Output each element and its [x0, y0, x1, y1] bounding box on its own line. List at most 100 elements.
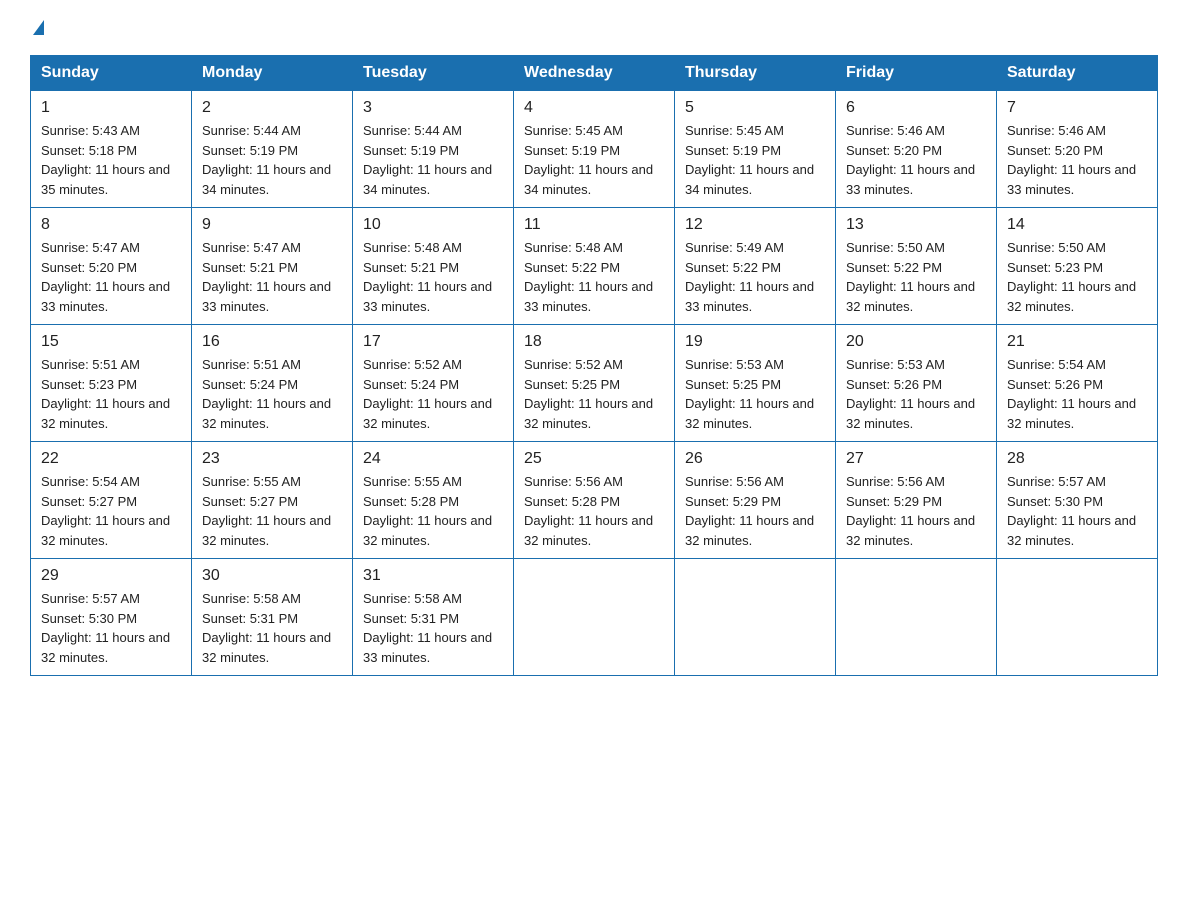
- weekday-header-sunday: Sunday: [31, 56, 192, 91]
- day-info: Sunrise: 5:48 AM Sunset: 5:21 PM Dayligh…: [363, 238, 503, 316]
- day-info: Sunrise: 5:54 AM Sunset: 5:26 PM Dayligh…: [1007, 355, 1147, 433]
- day-number: 15: [41, 333, 181, 351]
- calendar-week-row: 8 Sunrise: 5:47 AM Sunset: 5:20 PM Dayli…: [31, 208, 1158, 325]
- daylight-text: Daylight: 11 hours and 32 minutes.: [846, 513, 975, 548]
- day-number: 13: [846, 216, 986, 234]
- sunrise-text: Sunrise: 5:46 AM: [846, 123, 945, 138]
- day-number: 6: [846, 99, 986, 117]
- calendar-cell: 22 Sunrise: 5:54 AM Sunset: 5:27 PM Dayl…: [31, 442, 192, 559]
- logo: [30, 20, 44, 37]
- sunrise-text: Sunrise: 5:49 AM: [685, 240, 784, 255]
- sunrise-text: Sunrise: 5:50 AM: [846, 240, 945, 255]
- sunset-text: Sunset: 5:20 PM: [1007, 143, 1103, 158]
- day-number: 24: [363, 450, 503, 468]
- calendar-cell: 17 Sunrise: 5:52 AM Sunset: 5:24 PM Dayl…: [353, 325, 514, 442]
- day-number: 20: [846, 333, 986, 351]
- day-number: 12: [685, 216, 825, 234]
- daylight-text: Daylight: 11 hours and 32 minutes.: [524, 396, 653, 431]
- sunrise-text: Sunrise: 5:55 AM: [363, 474, 462, 489]
- sunrise-text: Sunrise: 5:51 AM: [202, 357, 301, 372]
- calendar-cell: 29 Sunrise: 5:57 AM Sunset: 5:30 PM Dayl…: [31, 559, 192, 676]
- day-number: 16: [202, 333, 342, 351]
- sunrise-text: Sunrise: 5:55 AM: [202, 474, 301, 489]
- day-number: 10: [363, 216, 503, 234]
- weekday-header-thursday: Thursday: [675, 56, 836, 91]
- daylight-text: Daylight: 11 hours and 32 minutes.: [1007, 279, 1136, 314]
- day-number: 5: [685, 99, 825, 117]
- weekday-header-monday: Monday: [192, 56, 353, 91]
- sunset-text: Sunset: 5:31 PM: [202, 611, 298, 626]
- sunrise-text: Sunrise: 5:48 AM: [524, 240, 623, 255]
- daylight-text: Daylight: 11 hours and 32 minutes.: [41, 396, 170, 431]
- sunrise-text: Sunrise: 5:56 AM: [685, 474, 784, 489]
- calendar-cell: 27 Sunrise: 5:56 AM Sunset: 5:29 PM Dayl…: [836, 442, 997, 559]
- daylight-text: Daylight: 11 hours and 33 minutes.: [846, 162, 975, 197]
- calendar-cell: 24 Sunrise: 5:55 AM Sunset: 5:28 PM Dayl…: [353, 442, 514, 559]
- day-number: 29: [41, 567, 181, 585]
- sunset-text: Sunset: 5:26 PM: [846, 377, 942, 392]
- daylight-text: Daylight: 11 hours and 33 minutes.: [41, 279, 170, 314]
- sunrise-text: Sunrise: 5:48 AM: [363, 240, 462, 255]
- day-info: Sunrise: 5:50 AM Sunset: 5:23 PM Dayligh…: [1007, 238, 1147, 316]
- day-number: 17: [363, 333, 503, 351]
- day-number: 8: [41, 216, 181, 234]
- sunrise-text: Sunrise: 5:44 AM: [363, 123, 462, 138]
- daylight-text: Daylight: 11 hours and 33 minutes.: [1007, 162, 1136, 197]
- sunset-text: Sunset: 5:20 PM: [41, 260, 137, 275]
- daylight-text: Daylight: 11 hours and 32 minutes.: [202, 396, 331, 431]
- sunset-text: Sunset: 5:24 PM: [363, 377, 459, 392]
- calendar-cell: 21 Sunrise: 5:54 AM Sunset: 5:26 PM Dayl…: [997, 325, 1158, 442]
- calendar-cell: 6 Sunrise: 5:46 AM Sunset: 5:20 PM Dayli…: [836, 91, 997, 208]
- day-info: Sunrise: 5:48 AM Sunset: 5:22 PM Dayligh…: [524, 238, 664, 316]
- day-number: 21: [1007, 333, 1147, 351]
- sunset-text: Sunset: 5:18 PM: [41, 143, 137, 158]
- day-number: 14: [1007, 216, 1147, 234]
- day-info: Sunrise: 5:58 AM Sunset: 5:31 PM Dayligh…: [202, 589, 342, 667]
- calendar-week-row: 22 Sunrise: 5:54 AM Sunset: 5:27 PM Dayl…: [31, 442, 1158, 559]
- sunrise-text: Sunrise: 5:52 AM: [363, 357, 462, 372]
- day-info: Sunrise: 5:49 AM Sunset: 5:22 PM Dayligh…: [685, 238, 825, 316]
- calendar-cell: 7 Sunrise: 5:46 AM Sunset: 5:20 PM Dayli…: [997, 91, 1158, 208]
- day-number: 25: [524, 450, 664, 468]
- day-info: Sunrise: 5:57 AM Sunset: 5:30 PM Dayligh…: [1007, 472, 1147, 550]
- day-info: Sunrise: 5:44 AM Sunset: 5:19 PM Dayligh…: [363, 121, 503, 199]
- day-info: Sunrise: 5:47 AM Sunset: 5:21 PM Dayligh…: [202, 238, 342, 316]
- sunset-text: Sunset: 5:19 PM: [202, 143, 298, 158]
- day-info: Sunrise: 5:51 AM Sunset: 5:24 PM Dayligh…: [202, 355, 342, 433]
- sunset-text: Sunset: 5:28 PM: [363, 494, 459, 509]
- sunrise-text: Sunrise: 5:43 AM: [41, 123, 140, 138]
- day-number: 26: [685, 450, 825, 468]
- sunset-text: Sunset: 5:21 PM: [363, 260, 459, 275]
- sunrise-text: Sunrise: 5:58 AM: [363, 591, 462, 606]
- calendar-cell: 23 Sunrise: 5:55 AM Sunset: 5:27 PM Dayl…: [192, 442, 353, 559]
- calendar-cell: 18 Sunrise: 5:52 AM Sunset: 5:25 PM Dayl…: [514, 325, 675, 442]
- sunset-text: Sunset: 5:19 PM: [363, 143, 459, 158]
- day-number: 30: [202, 567, 342, 585]
- day-info: Sunrise: 5:58 AM Sunset: 5:31 PM Dayligh…: [363, 589, 503, 667]
- calendar-cell: 13 Sunrise: 5:50 AM Sunset: 5:22 PM Dayl…: [836, 208, 997, 325]
- day-number: 4: [524, 99, 664, 117]
- day-number: 31: [363, 567, 503, 585]
- calendar-cell: [997, 559, 1158, 676]
- calendar-cell: 19 Sunrise: 5:53 AM Sunset: 5:25 PM Dayl…: [675, 325, 836, 442]
- weekday-header-tuesday: Tuesday: [353, 56, 514, 91]
- sunrise-text: Sunrise: 5:57 AM: [1007, 474, 1106, 489]
- sunset-text: Sunset: 5:31 PM: [363, 611, 459, 626]
- calendar-cell: 12 Sunrise: 5:49 AM Sunset: 5:22 PM Dayl…: [675, 208, 836, 325]
- sunset-text: Sunset: 5:30 PM: [1007, 494, 1103, 509]
- calendar-cell: 28 Sunrise: 5:57 AM Sunset: 5:30 PM Dayl…: [997, 442, 1158, 559]
- daylight-text: Daylight: 11 hours and 32 minutes.: [524, 513, 653, 548]
- daylight-text: Daylight: 11 hours and 32 minutes.: [685, 396, 814, 431]
- sunrise-text: Sunrise: 5:50 AM: [1007, 240, 1106, 255]
- daylight-text: Daylight: 11 hours and 34 minutes.: [202, 162, 331, 197]
- daylight-text: Daylight: 11 hours and 33 minutes.: [202, 279, 331, 314]
- day-info: Sunrise: 5:53 AM Sunset: 5:25 PM Dayligh…: [685, 355, 825, 433]
- calendar-cell: 9 Sunrise: 5:47 AM Sunset: 5:21 PM Dayli…: [192, 208, 353, 325]
- calendar-cell: 30 Sunrise: 5:58 AM Sunset: 5:31 PM Dayl…: [192, 559, 353, 676]
- sunset-text: Sunset: 5:29 PM: [685, 494, 781, 509]
- calendar-cell: 14 Sunrise: 5:50 AM Sunset: 5:23 PM Dayl…: [997, 208, 1158, 325]
- calendar-week-row: 1 Sunrise: 5:43 AM Sunset: 5:18 PM Dayli…: [31, 91, 1158, 208]
- day-info: Sunrise: 5:43 AM Sunset: 5:18 PM Dayligh…: [41, 121, 181, 199]
- daylight-text: Daylight: 11 hours and 32 minutes.: [846, 279, 975, 314]
- calendar-cell: 20 Sunrise: 5:53 AM Sunset: 5:26 PM Dayl…: [836, 325, 997, 442]
